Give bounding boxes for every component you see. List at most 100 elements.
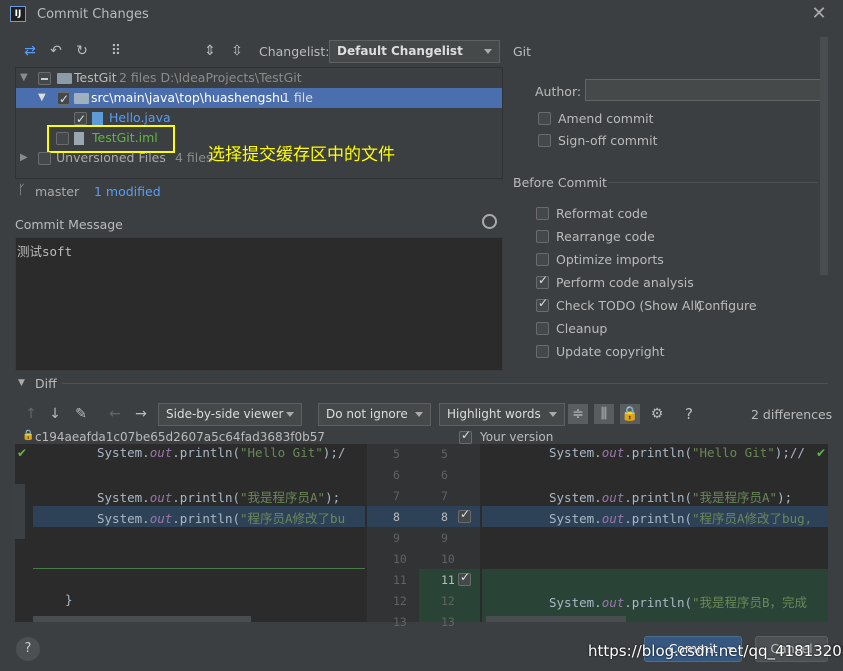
ignore-value: Do not ignore — [326, 407, 408, 421]
viewer-dropdown[interactable]: Side-by-side viewer — [158, 403, 302, 426]
watermark: https://blog.csdn.net/qq_41813208 — [588, 642, 843, 660]
line-number: 6 — [393, 468, 400, 482]
line-number: 8 — [393, 510, 400, 524]
collapse-unchanged-icon[interactable]: ≑ — [568, 404, 588, 424]
signoff-commit-checkbox[interactable] — [538, 134, 551, 147]
line-numbers-gutter: 5 6 7 8 9 10 11 12 13 5 6 7 8 9 10 11 12… — [367, 444, 480, 629]
annotation-text: 选择提交缓存区中的文件 — [208, 145, 395, 165]
rollback-icon[interactable]: ↶ — [46, 41, 66, 61]
changelist-dropdown[interactable]: Default Changelist — [329, 40, 500, 63]
optimize-imports-checkbox[interactable] — [536, 253, 549, 266]
signoff-commit-option[interactable]: Sign-off commit — [538, 133, 828, 151]
prev-difference-icon[interactable]: ↑ — [21, 404, 41, 424]
commit-message-editor[interactable]: 测试soft — [15, 237, 503, 371]
unversioned-meta: 4 files — [175, 150, 213, 165]
before-commit-options: Reformat code Rearrange code Optimize im… — [536, 206, 826, 366]
highlight-dropdown[interactable]: Highlight words — [439, 403, 565, 426]
right-code-line: System.out.println("程序员A修改了bug, — [549, 511, 813, 526]
your-version-label: Your version — [480, 430, 554, 444]
perform-code-analysis-checkbox[interactable] — [536, 273, 549, 289]
cleanup-option[interactable]: Cleanup — [536, 321, 826, 339]
rearrange-code-label: Rearrange code — [556, 229, 655, 244]
left-revision-hash: c194aeafda1c07be65d2607a5c64fad3683f0b57 — [35, 430, 326, 444]
collapse-all-icon[interactable]: ⇳ — [227, 41, 247, 61]
closing-brace: } — [65, 592, 73, 607]
reformat-code-label: Reformat code — [556, 206, 648, 221]
highlight-value: Highlight words — [447, 407, 541, 421]
line-number: 8 — [441, 510, 448, 524]
ignore-dropdown[interactable]: Do not ignore — [318, 403, 431, 426]
insert-marker-line — [33, 568, 365, 569]
amend-commit-label: Amend commit — [558, 111, 654, 126]
reformat-code-checkbox[interactable] — [536, 207, 549, 220]
line-number: 5 — [441, 447, 448, 461]
right-code-line: System.out.println("我是程序员A"); — [549, 490, 793, 505]
update-copyright-checkbox[interactable] — [536, 345, 549, 358]
chevron-right-icon[interactable]: ▶ — [20, 148, 28, 168]
unversioned-checkbox[interactable] — [38, 152, 51, 165]
chevron-down-icon[interactable]: ▼ — [18, 378, 25, 388]
group-by-icon[interactable]: ⠿ — [106, 41, 126, 61]
hello-java-checkbox[interactable] — [74, 109, 87, 129]
folder-checkbox[interactable] — [57, 89, 70, 109]
edit-source-icon[interactable]: ✎ — [71, 404, 91, 424]
unversioned-name: Unversioned Files — [56, 150, 166, 165]
forward-icon[interactable]: → — [131, 404, 151, 424]
left-diff-pane[interactable]: System.out.println("Hello Git");/ System… — [15, 444, 365, 622]
amend-commit-option[interactable]: Amend commit — [538, 111, 828, 129]
lock-icon[interactable]: 🔒 — [620, 404, 640, 424]
root-checkbox[interactable] — [38, 72, 51, 85]
check-todo-checkbox[interactable] — [536, 296, 549, 312]
tree-row-folder[interactable]: ▼ src\main\java\top\huashengshu 1 file — [16, 88, 502, 109]
commit-message-text: 测试soft — [17, 244, 73, 259]
rearrange-code-option[interactable]: Rearrange code — [536, 229, 826, 247]
history-clock-icon[interactable] — [482, 214, 497, 229]
testgit-iml-checkbox[interactable] — [56, 132, 69, 145]
changes-tree: ▼ TestGit 2 files D:\IdeaProjects\TestGi… — [15, 67, 503, 179]
author-field[interactable] — [585, 79, 824, 101]
show-diff-icon[interactable]: ⇄ — [20, 41, 40, 61]
help-icon[interactable]: ? — [679, 404, 699, 424]
perform-code-analysis-option[interactable]: Perform code analysis — [536, 273, 826, 293]
changelist-value: Default Changelist — [337, 44, 463, 58]
modified-link[interactable]: 1 modified — [94, 184, 161, 199]
gear-icon[interactable]: ⚙ — [647, 404, 667, 424]
right-panel-scrollbar[interactable] — [820, 37, 828, 275]
perform-code-analysis-label: Perform code analysis — [556, 275, 694, 290]
line-number: 12 — [393, 594, 407, 608]
apply-change-checkbox[interactable] — [458, 507, 471, 523]
next-difference-icon[interactable]: ↓ — [45, 404, 65, 424]
line-number: 13 — [393, 615, 407, 629]
folder-name: src\main\java\top\huashengshu — [91, 90, 288, 105]
reformat-code-option[interactable]: Reformat code — [536, 206, 826, 224]
optimize-imports-option[interactable]: Optimize imports — [536, 252, 826, 270]
expand-all-icon[interactable]: ⇕ — [200, 41, 220, 61]
right-horizontal-scrollbar[interactable] — [486, 616, 626, 622]
configure-link[interactable]: Configure — [696, 298, 757, 313]
check-todo-option[interactable]: Check TODO (Show All) Configure — [536, 296, 826, 316]
rearrange-code-checkbox[interactable] — [536, 230, 549, 243]
close-icon[interactable]: ✕ — [808, 3, 830, 25]
amend-commit-checkbox[interactable] — [538, 112, 551, 125]
apply-change-checkbox[interactable] — [458, 570, 471, 586]
sync-scroll-icon[interactable]: ⫼ — [594, 404, 614, 424]
update-copyright-option[interactable]: Update copyright — [536, 344, 826, 362]
diff-viewer[interactable]: System.out.println("Hello Git");/ System… — [15, 444, 828, 629]
cleanup-checkbox[interactable] — [536, 322, 549, 335]
chevron-down-icon[interactable]: ▼ — [20, 68, 28, 88]
line-number: 10 — [393, 552, 407, 566]
root-name: TestGit — [74, 70, 117, 85]
left-horizontal-scrollbar[interactable] — [33, 616, 251, 622]
refresh-icon[interactable]: ↻ — [72, 41, 92, 61]
right-diff-pane[interactable]: System.out.println("Hello Git");// Syste… — [482, 444, 828, 622]
chevron-down-icon[interactable]: ▼ — [38, 88, 46, 108]
back-icon[interactable]: ← — [105, 404, 125, 424]
line-number: 9 — [441, 531, 448, 545]
line-number: 13 — [441, 615, 455, 629]
your-version-checkbox[interactable] — [459, 428, 472, 444]
tree-row-root[interactable]: ▼ TestGit 2 files D:\IdeaProjects\TestGi… — [16, 68, 502, 88]
iml-file-icon — [74, 132, 84, 145]
git-section-label: Git — [513, 44, 532, 59]
help-button[interactable]: ? — [16, 637, 40, 661]
testgit-iml-name: TestGit.iml — [92, 130, 158, 145]
